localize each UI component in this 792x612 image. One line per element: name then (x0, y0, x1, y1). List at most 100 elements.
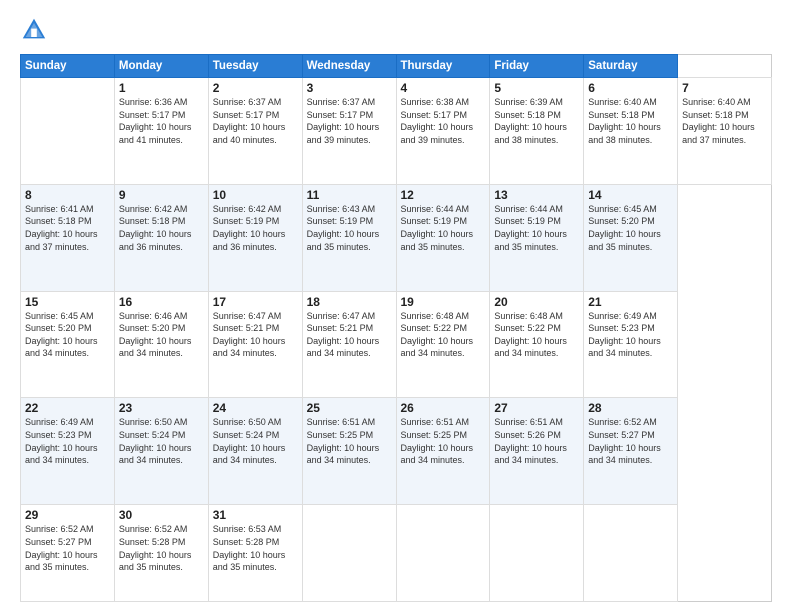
day-number: 5 (494, 81, 579, 95)
day-number: 3 (307, 81, 392, 95)
calendar-cell: 7Sunrise: 6:40 AM Sunset: 5:18 PM Daylig… (678, 78, 772, 185)
weekday-header: Friday (490, 55, 584, 78)
calendar-week-row: 1Sunrise: 6:36 AM Sunset: 5:17 PM Daylig… (21, 78, 772, 185)
calendar-cell: 31Sunrise: 6:53 AM Sunset: 5:28 PM Dayli… (208, 505, 302, 602)
logo-icon (20, 16, 48, 44)
day-number: 10 (213, 188, 298, 202)
calendar-cell: 2Sunrise: 6:37 AM Sunset: 5:17 PM Daylig… (208, 78, 302, 185)
calendar-cell: 9Sunrise: 6:42 AM Sunset: 5:18 PM Daylig… (114, 184, 208, 291)
day-number: 11 (307, 188, 392, 202)
day-number: 21 (588, 295, 673, 309)
day-info: Sunrise: 6:47 AM Sunset: 5:21 PM Dayligh… (213, 310, 298, 360)
calendar-cell: 26Sunrise: 6:51 AM Sunset: 5:25 PM Dayli… (396, 398, 490, 505)
day-info: Sunrise: 6:40 AM Sunset: 5:18 PM Dayligh… (588, 96, 673, 146)
day-info: Sunrise: 6:37 AM Sunset: 5:17 PM Dayligh… (307, 96, 392, 146)
calendar-table: SundayMondayTuesdayWednesdayThursdayFrid… (20, 54, 772, 602)
calendar-cell: 23Sunrise: 6:50 AM Sunset: 5:24 PM Dayli… (114, 398, 208, 505)
day-number: 18 (307, 295, 392, 309)
calendar-cell: 11Sunrise: 6:43 AM Sunset: 5:19 PM Dayli… (302, 184, 396, 291)
day-info: Sunrise: 6:53 AM Sunset: 5:28 PM Dayligh… (213, 523, 298, 573)
calendar-cell: 12Sunrise: 6:44 AM Sunset: 5:19 PM Dayli… (396, 184, 490, 291)
day-number: 4 (401, 81, 486, 95)
calendar-cell: 17Sunrise: 6:47 AM Sunset: 5:21 PM Dayli… (208, 291, 302, 398)
day-number: 17 (213, 295, 298, 309)
calendar-cell (584, 505, 678, 602)
weekday-header: Sunday (21, 55, 115, 78)
day-info: Sunrise: 6:52 AM Sunset: 5:28 PM Dayligh… (119, 523, 204, 573)
day-number: 26 (401, 401, 486, 415)
calendar-cell: 20Sunrise: 6:48 AM Sunset: 5:22 PM Dayli… (490, 291, 584, 398)
header (20, 16, 772, 44)
calendar-cell: 19Sunrise: 6:48 AM Sunset: 5:22 PM Dayli… (396, 291, 490, 398)
day-info: Sunrise: 6:51 AM Sunset: 5:26 PM Dayligh… (494, 416, 579, 466)
day-info: Sunrise: 6:44 AM Sunset: 5:19 PM Dayligh… (494, 203, 579, 253)
calendar-cell: 15Sunrise: 6:45 AM Sunset: 5:20 PM Dayli… (21, 291, 115, 398)
calendar-cell: 13Sunrise: 6:44 AM Sunset: 5:19 PM Dayli… (490, 184, 584, 291)
day-number: 6 (588, 81, 673, 95)
calendar-cell: 16Sunrise: 6:46 AM Sunset: 5:20 PM Dayli… (114, 291, 208, 398)
day-number: 27 (494, 401, 579, 415)
calendar-cell (21, 78, 115, 185)
day-info: Sunrise: 6:50 AM Sunset: 5:24 PM Dayligh… (119, 416, 204, 466)
day-number: 14 (588, 188, 673, 202)
calendar-cell: 4Sunrise: 6:38 AM Sunset: 5:17 PM Daylig… (396, 78, 490, 185)
calendar-week-row: 22Sunrise: 6:49 AM Sunset: 5:23 PM Dayli… (21, 398, 772, 505)
day-info: Sunrise: 6:40 AM Sunset: 5:18 PM Dayligh… (682, 96, 767, 146)
calendar-cell: 30Sunrise: 6:52 AM Sunset: 5:28 PM Dayli… (114, 505, 208, 602)
calendar-cell: 10Sunrise: 6:42 AM Sunset: 5:19 PM Dayli… (208, 184, 302, 291)
page: SundayMondayTuesdayWednesdayThursdayFrid… (0, 0, 792, 612)
day-info: Sunrise: 6:41 AM Sunset: 5:18 PM Dayligh… (25, 203, 110, 253)
day-number: 12 (401, 188, 486, 202)
calendar-cell: 22Sunrise: 6:49 AM Sunset: 5:23 PM Dayli… (21, 398, 115, 505)
calendar-cell: 3Sunrise: 6:37 AM Sunset: 5:17 PM Daylig… (302, 78, 396, 185)
day-number: 2 (213, 81, 298, 95)
day-info: Sunrise: 6:45 AM Sunset: 5:20 PM Dayligh… (25, 310, 110, 360)
calendar-cell (490, 505, 584, 602)
calendar-week-row: 15Sunrise: 6:45 AM Sunset: 5:20 PM Dayli… (21, 291, 772, 398)
day-info: Sunrise: 6:42 AM Sunset: 5:19 PM Dayligh… (213, 203, 298, 253)
day-number: 16 (119, 295, 204, 309)
weekday-header: Thursday (396, 55, 490, 78)
calendar-cell: 25Sunrise: 6:51 AM Sunset: 5:25 PM Dayli… (302, 398, 396, 505)
calendar-cell: 5Sunrise: 6:39 AM Sunset: 5:18 PM Daylig… (490, 78, 584, 185)
day-info: Sunrise: 6:50 AM Sunset: 5:24 PM Dayligh… (213, 416, 298, 466)
day-info: Sunrise: 6:38 AM Sunset: 5:17 PM Dayligh… (401, 96, 486, 146)
calendar-cell: 29Sunrise: 6:52 AM Sunset: 5:27 PM Dayli… (21, 505, 115, 602)
calendar-cell: 14Sunrise: 6:45 AM Sunset: 5:20 PM Dayli… (584, 184, 678, 291)
day-info: Sunrise: 6:43 AM Sunset: 5:19 PM Dayligh… (307, 203, 392, 253)
calendar-cell: 18Sunrise: 6:47 AM Sunset: 5:21 PM Dayli… (302, 291, 396, 398)
day-number: 25 (307, 401, 392, 415)
weekday-header: Wednesday (302, 55, 396, 78)
day-info: Sunrise: 6:39 AM Sunset: 5:18 PM Dayligh… (494, 96, 579, 146)
day-number: 22 (25, 401, 110, 415)
calendar-cell: 6Sunrise: 6:40 AM Sunset: 5:18 PM Daylig… (584, 78, 678, 185)
day-number: 7 (682, 81, 767, 95)
day-info: Sunrise: 6:51 AM Sunset: 5:25 PM Dayligh… (307, 416, 392, 466)
day-info: Sunrise: 6:44 AM Sunset: 5:19 PM Dayligh… (401, 203, 486, 253)
day-number: 13 (494, 188, 579, 202)
day-number: 30 (119, 508, 204, 522)
day-info: Sunrise: 6:37 AM Sunset: 5:17 PM Dayligh… (213, 96, 298, 146)
day-number: 28 (588, 401, 673, 415)
calendar-cell (396, 505, 490, 602)
calendar-cell: 27Sunrise: 6:51 AM Sunset: 5:26 PM Dayli… (490, 398, 584, 505)
day-number: 1 (119, 81, 204, 95)
day-info: Sunrise: 6:49 AM Sunset: 5:23 PM Dayligh… (25, 416, 110, 466)
day-number: 29 (25, 508, 110, 522)
day-info: Sunrise: 6:45 AM Sunset: 5:20 PM Dayligh… (588, 203, 673, 253)
day-number: 8 (25, 188, 110, 202)
day-number: 24 (213, 401, 298, 415)
calendar-cell: 28Sunrise: 6:52 AM Sunset: 5:27 PM Dayli… (584, 398, 678, 505)
day-info: Sunrise: 6:48 AM Sunset: 5:22 PM Dayligh… (401, 310, 486, 360)
day-number: 20 (494, 295, 579, 309)
calendar-cell: 21Sunrise: 6:49 AM Sunset: 5:23 PM Dayli… (584, 291, 678, 398)
day-number: 19 (401, 295, 486, 309)
day-info: Sunrise: 6:46 AM Sunset: 5:20 PM Dayligh… (119, 310, 204, 360)
day-number: 9 (119, 188, 204, 202)
day-info: Sunrise: 6:47 AM Sunset: 5:21 PM Dayligh… (307, 310, 392, 360)
day-number: 15 (25, 295, 110, 309)
calendar-week-row: 29Sunrise: 6:52 AM Sunset: 5:27 PM Dayli… (21, 505, 772, 602)
calendar-cell: 8Sunrise: 6:41 AM Sunset: 5:18 PM Daylig… (21, 184, 115, 291)
day-info: Sunrise: 6:52 AM Sunset: 5:27 PM Dayligh… (588, 416, 673, 466)
calendar-cell: 1Sunrise: 6:36 AM Sunset: 5:17 PM Daylig… (114, 78, 208, 185)
